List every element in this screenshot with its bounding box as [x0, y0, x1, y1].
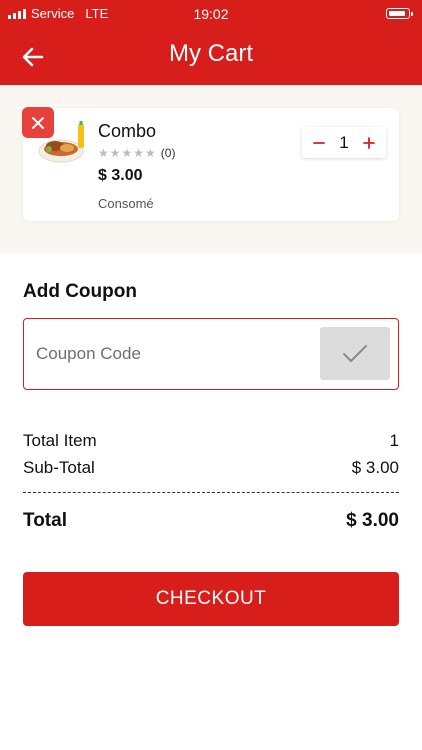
- rating-count: (0): [160, 146, 176, 160]
- cart-item: Combo ★★★★★ (0) $ 3.00 Consomé 1: [22, 107, 399, 221]
- increase-quantity-button[interactable]: [356, 127, 382, 158]
- subtotal-label: Sub-Total: [23, 458, 95, 477]
- summary-divider: [23, 492, 399, 493]
- plus-icon: [363, 136, 375, 149]
- coupon-field: [23, 318, 399, 390]
- star-rating-icon: ★★★★★: [98, 146, 157, 160]
- item-category: Consomé: [98, 196, 154, 211]
- battery-level: [389, 11, 406, 16]
- battery-icon: [386, 8, 413, 19]
- status-time: 19:02: [193, 6, 229, 22]
- total-value: $ 3.00: [346, 510, 399, 531]
- subtotal-row: Sub-Total $ 3.00: [23, 458, 399, 480]
- total-item-row: Total Item 1: [23, 431, 399, 453]
- item-name: Combo: [98, 121, 157, 141]
- total-item-value: 1: [389, 431, 399, 450]
- item-price: $ 3.00: [98, 167, 143, 184]
- checkout-button[interactable]: CHECKOUT: [23, 572, 399, 626]
- coupon-heading: Add Coupon: [23, 281, 137, 302]
- status-bar: Service LTE 19:02: [0, 0, 422, 28]
- total-row: Total $ 3.00: [23, 510, 399, 534]
- check-icon: [343, 344, 367, 362]
- total-label: Total: [23, 510, 67, 531]
- item-rating: ★★★★★ (0): [98, 146, 175, 160]
- item-image: [38, 121, 84, 163]
- quantity-stepper: 1: [302, 127, 386, 158]
- cart-section: Combo ★★★★★ (0) $ 3.00 Consomé 1: [0, 85, 422, 253]
- page-title: My Cart: [169, 40, 253, 67]
- app-bar: My Cart: [0, 28, 422, 85]
- minus-icon: [313, 141, 325, 144]
- coupon-code-input[interactable]: [34, 333, 308, 375]
- apply-coupon-button[interactable]: [320, 327, 390, 380]
- subtotal-value: $ 3.00: [351, 458, 399, 477]
- total-item-label: Total Item: [23, 431, 97, 450]
